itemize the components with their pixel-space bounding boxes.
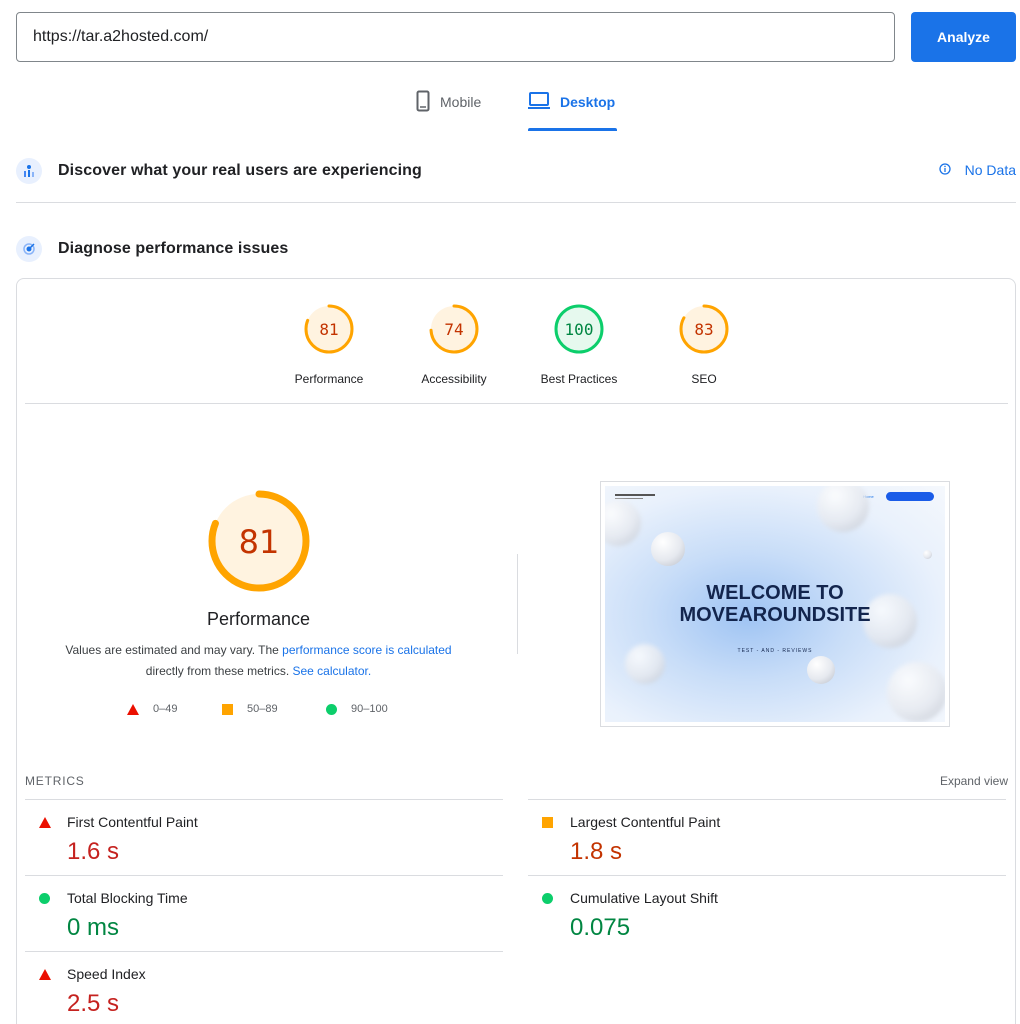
metric-value: 2.5 s [67,990,120,1017]
info-icon [938,162,951,178]
device-tabs: Mobile Desktop [0,90,1020,132]
triangle-icon [39,817,51,828]
performance-score-value: 81 [239,523,280,561]
laptop-icon [528,90,550,113]
gauge-seo-ring: 83 [679,304,729,354]
tab-desktop[interactable]: Desktop [528,90,618,132]
performance-score-gauge: 81 [208,490,310,592]
gauge-performance-label: Performance [294,372,364,386]
metric-tbt: Total Blocking Time 0 ms [25,875,503,951]
metrics-header: METRICS Expand view [25,774,1008,790]
metric-fcp: First Contentful Paint 1.6 s [25,799,503,875]
field-data-section: Discover what your real users are experi… [16,156,1016,186]
circle-icon [542,893,553,904]
gauge-best-practices[interactable]: 100 Best Practices [519,303,639,386]
report-card: 81 Performance 74 Accessibility 100 Best… [16,278,1016,1024]
gauge-accessibility[interactable]: 74 Accessibility [394,303,514,386]
preview-sphere [887,662,945,722]
url-input[interactable] [16,12,895,62]
preview-logo-sub [615,498,643,499]
svg-text:74: 74 [444,320,463,339]
diagnose-icon [16,236,42,262]
users-experience-icon [16,158,42,184]
preview-navbar: Home [605,486,945,502]
gauge-performance-ring: 81 [304,304,354,354]
score-legend: 0–49 50–89 90–100 [17,703,500,723]
final-screenshot: Home WELCOME TO MOVEAROUNDSITE TEST - AN… [600,481,950,727]
perf-desc-text-1: Values are estimated and may vary. The [65,643,283,657]
performance-title: Performance [206,609,311,629]
metric-name: Cumulative Layout Shift [570,890,718,906]
lab-data-title: Diagnose performance issues [58,240,289,257]
metric-value: 1.8 s [570,838,623,865]
preview-sphere [651,532,685,566]
triangle-icon [39,969,51,980]
legend-average: 50–89 [222,703,278,715]
analyze-button[interactable]: Analyze [911,12,1016,62]
metric-name: Largest Contentful Paint [570,814,721,830]
metric-name: Speed Index [67,966,146,982]
legend-average-range: 50–89 [247,703,278,715]
preview-heading: WELCOME TO MOVEAROUNDSITE [605,582,945,626]
gauge-performance[interactable]: 81 Performance [269,303,389,386]
metric-lcp: Largest Contentful Paint 1.8 s [528,799,1006,875]
section-divider [16,202,1016,203]
card-divider [25,403,1008,404]
see-calculator-link[interactable]: See calculator. [292,664,371,678]
triangle-icon [127,703,139,715]
preview-heading-line1: WELCOME TO [706,582,844,604]
legend-poor-range: 0–49 [153,703,178,715]
preview-logo [615,494,655,496]
no-data-label: No Data [964,162,1016,178]
legend-good: 90–100 [326,703,388,715]
preview-sphere [817,486,869,532]
legend-good-range: 90–100 [351,703,388,715]
page-preview: Home WELCOME TO MOVEAROUNDSITE TEST - AN… [605,486,945,722]
metric-speed-index: Speed Index 2.5 s [25,951,503,1024]
tab-mobile[interactable]: Mobile [416,90,481,132]
expand-view-button[interactable]: Expand view [940,774,1008,788]
metric-value: 0.075 [570,914,631,941]
preview-sphere [807,656,835,684]
field-data-title: Discover what your real users are experi… [58,162,422,179]
square-icon [542,817,553,828]
svg-text:100: 100 [565,320,594,339]
metric-cls: Cumulative Layout Shift 0.075 [528,875,1006,951]
gauge-best-practices-ring: 100 [554,304,604,354]
metric-name: Total Blocking Time [67,890,188,906]
preview-heading-line2: MOVEAROUNDSITE [679,604,871,626]
metric-value: 0 ms [67,914,120,941]
tab-mobile-label: Mobile [440,94,482,110]
metrics-label: METRICS [25,774,85,788]
preview-sphere [605,500,641,546]
category-gauges: 81 Performance 74 Accessibility 100 Best… [17,279,1017,403]
lab-data-section: Diagnose performance issues [16,234,1016,264]
square-icon [222,703,233,715]
gauge-seo-label: SEO [691,372,717,386]
svg-text:81: 81 [319,320,338,339]
tab-desktop-label: Desktop [560,94,616,110]
circle-icon [39,893,50,904]
metric-name: First Contentful Paint [67,814,198,830]
legend-poor: 0–49 [127,703,177,715]
circle-icon [326,703,337,715]
preview-sphere [923,550,932,559]
gauge-accessibility-label: Accessibility [421,372,487,386]
gauge-accessibility-ring: 74 [429,304,479,354]
vertical-divider [517,554,518,654]
gauge-seo[interactable]: 83 SEO [644,303,764,386]
perf-desc-text-2: directly from these metrics. [145,664,293,678]
metric-value: 1.6 s [67,838,120,865]
svg-text:83: 83 [694,320,713,339]
smartphone-icon [416,90,430,115]
performance-description: Values are estimated and may vary. The p… [47,640,470,682]
performance-score-link[interactable]: performance score is calculated [282,643,451,657]
no-data-status[interactable]: No Data [938,162,1016,178]
preview-subtitle: TEST - AND - REVIEWS [737,648,813,654]
gauge-best-practices-label: Best Practices [540,372,618,386]
preview-cta-button [886,492,934,501]
